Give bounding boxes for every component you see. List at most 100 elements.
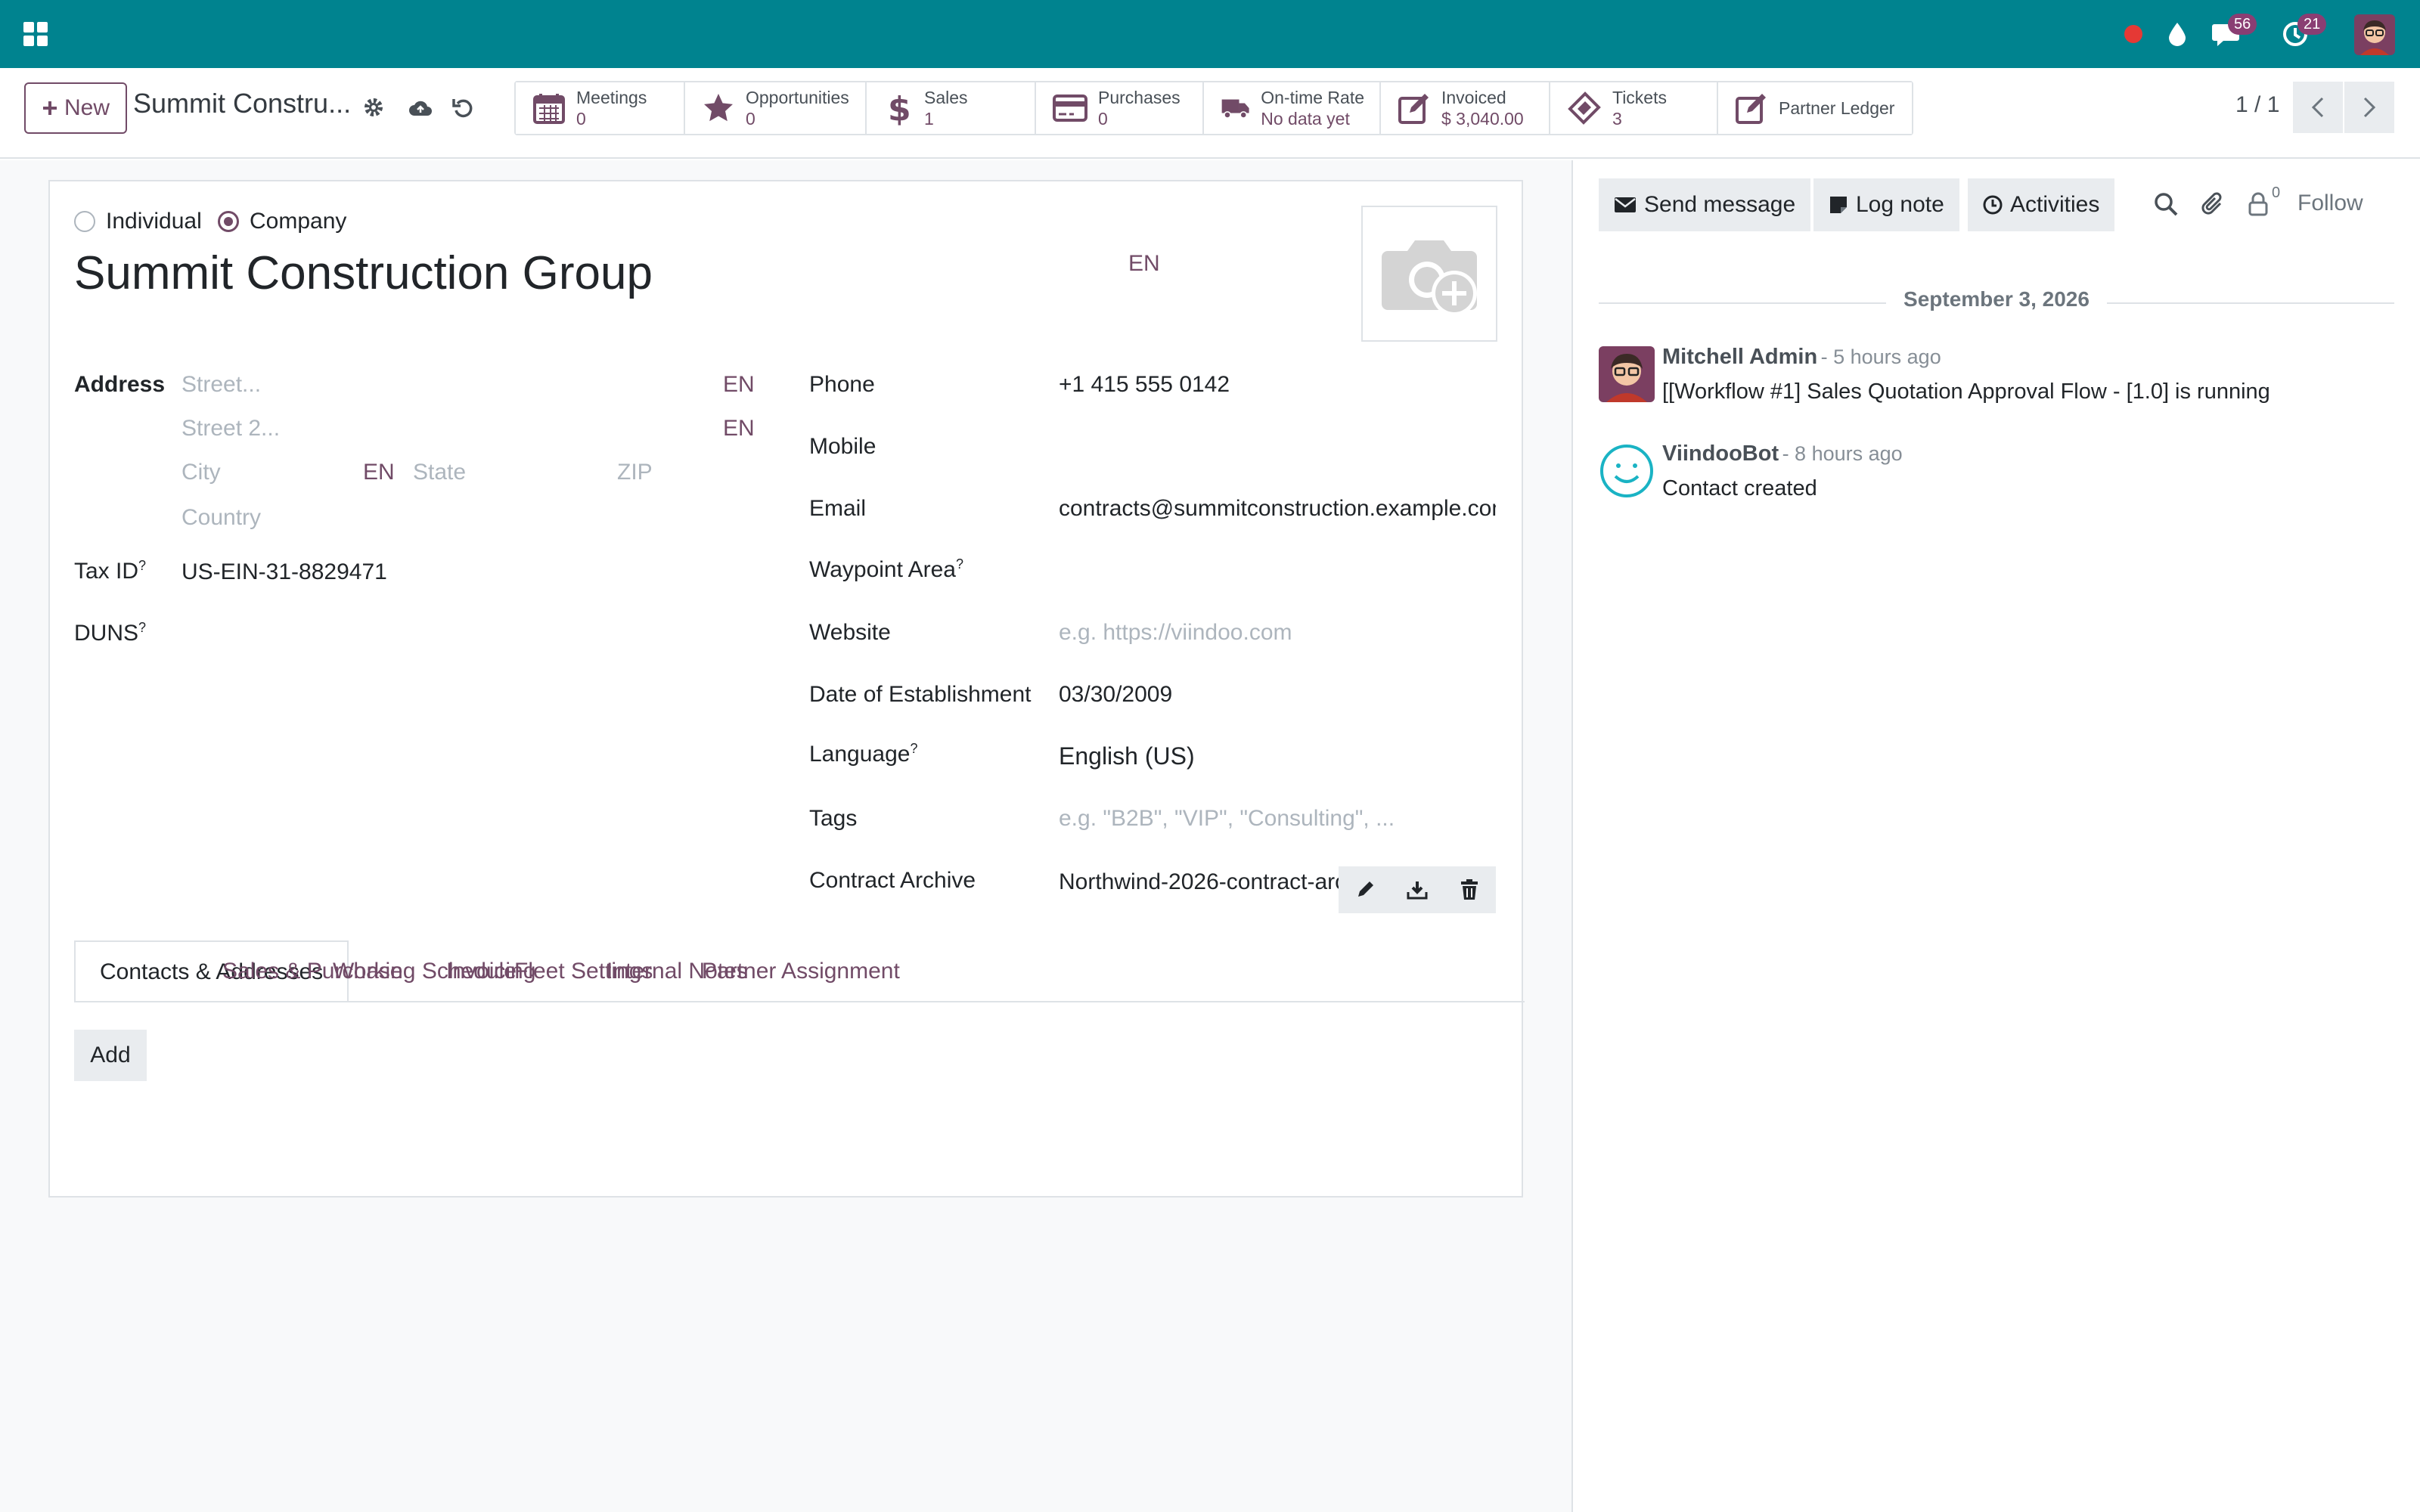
message-author[interactable]: Mitchell Admin bbox=[1662, 345, 1817, 369]
waypoint-area-field[interactable] bbox=[1059, 558, 1496, 585]
followers-lock-icon[interactable] bbox=[2242, 187, 2275, 221]
pager-previous-button[interactable] bbox=[2293, 82, 2343, 133]
invoiced-smart-button[interactable]: Invoiced $ 3,040.00 bbox=[1381, 82, 1550, 134]
message-body: [[Workflow #1] Sales Quotation Approval … bbox=[1662, 380, 2270, 404]
website-label: Website bbox=[809, 620, 891, 645]
smart-button-value: 1 bbox=[924, 109, 934, 129]
phone-field[interactable]: +1 415 555 0142 bbox=[1059, 372, 1230, 398]
email-field[interactable]: contracts@summitconstruction.example.com bbox=[1059, 496, 1496, 522]
recording-dot-icon[interactable] bbox=[2116, 17, 2151, 51]
drop-icon[interactable] bbox=[2160, 17, 2195, 51]
avatar-upload[interactable] bbox=[1361, 206, 1497, 342]
smart-button-value: 0 bbox=[576, 109, 586, 129]
messages-badge: 56 bbox=[2228, 14, 2257, 35]
new-button-label: New bbox=[64, 95, 110, 120]
partner-name-field[interactable]: Summit Construction Group bbox=[74, 246, 653, 300]
type-individual-option[interactable]: Individual bbox=[74, 209, 202, 234]
apps-menu-icon[interactable] bbox=[18, 17, 53, 51]
attachments-paperclip-icon[interactable] bbox=[2196, 187, 2229, 221]
mobile-field[interactable] bbox=[1059, 434, 1496, 461]
tickets-smart-button[interactable]: Tickets 3 bbox=[1550, 82, 1718, 134]
pencil-icon bbox=[1357, 881, 1373, 897]
phone-label: Phone bbox=[809, 372, 875, 397]
add-contact-button[interactable]: Add bbox=[74, 1030, 147, 1081]
send-message-button[interactable]: Send message bbox=[1599, 178, 1811, 231]
camera-plus-icon bbox=[1382, 240, 1477, 316]
individual-radio[interactable] bbox=[74, 211, 95, 232]
smiley-bot-icon bbox=[1600, 445, 1653, 497]
truck-icon bbox=[1221, 99, 1249, 119]
date-separator: September 3, 2026 bbox=[1599, 287, 2394, 318]
company-radio[interactable] bbox=[218, 211, 239, 232]
email-label: Email bbox=[809, 496, 867, 521]
on-time-rate-smart-button[interactable]: On-time Rate No data yet bbox=[1204, 82, 1381, 134]
message-author[interactable]: ViindooBot bbox=[1662, 442, 1779, 466]
pager-value[interactable]: 1 / 1 bbox=[2235, 92, 2279, 118]
date-separator-label: September 3, 2026 bbox=[1903, 287, 2090, 311]
search-messages-icon[interactable] bbox=[2149, 187, 2183, 221]
smart-button-value: $ 3,040.00 bbox=[1441, 109, 1524, 129]
website-input[interactable]: e.g. https://viindoo.com bbox=[1059, 620, 1292, 646]
company-label: Company bbox=[250, 209, 347, 234]
log-note-button[interactable]: Log note bbox=[1813, 178, 1959, 231]
activities-button[interactable]: Activities bbox=[1968, 178, 2115, 231]
download-file-button[interactable] bbox=[1401, 873, 1434, 906]
star-icon bbox=[704, 94, 733, 122]
breadcrumb-record-name: Summit Constru... bbox=[133, 88, 352, 119]
street-language-button[interactable]: EN bbox=[723, 372, 755, 398]
clock-icon bbox=[1983, 195, 2003, 215]
smart-buttons: Meetings 0 Opportunities 0 $ Sales 1 Purcha… bbox=[514, 81, 1913, 135]
partner-ledger-smart-button[interactable]: Partner Ledger bbox=[1718, 82, 1912, 134]
envelope-icon bbox=[1615, 197, 1636, 212]
activities-label: Activities bbox=[2010, 192, 2100, 217]
smart-button-label: Tickets bbox=[1612, 88, 1667, 107]
street2-input[interactable]: Street 2... bbox=[182, 416, 280, 442]
message-time: - 5 hours ago bbox=[1820, 345, 1941, 368]
purchases-smart-button[interactable]: Purchases 0 bbox=[1036, 82, 1204, 134]
language-select[interactable]: English (US) bbox=[1059, 742, 1195, 770]
street-input[interactable]: Street... bbox=[182, 372, 261, 398]
save-cloud-icon[interactable] bbox=[404, 91, 437, 124]
form-area: Individual Company Summit Construction G… bbox=[0, 160, 1571, 1512]
tab-partner-assignment[interactable]: Partner Assignment bbox=[702, 940, 900, 1001]
top-navbar: 56 21 bbox=[0, 0, 2420, 68]
new-button[interactable]: New bbox=[24, 82, 127, 134]
avatar[interactable] bbox=[1599, 443, 1655, 499]
type-company-option[interactable]: Company bbox=[218, 209, 346, 234]
name-language-button[interactable]: EN bbox=[1128, 251, 1160, 277]
avatar[interactable] bbox=[1599, 346, 1655, 402]
sales-smart-button[interactable]: $ Sales 1 bbox=[867, 82, 1036, 134]
zip-input[interactable]: ZIP bbox=[617, 460, 653, 485]
city-input[interactable]: City bbox=[182, 460, 221, 485]
street2-language-button[interactable]: EN bbox=[723, 416, 755, 442]
user-avatar[interactable] bbox=[2353, 14, 2396, 56]
activities-badge: 21 bbox=[2297, 14, 2327, 35]
chatter-panel: Send message Log note Activities 0 Follo… bbox=[1571, 160, 2420, 1512]
edit-icon bbox=[1398, 94, 1429, 124]
city-language-button[interactable]: EN bbox=[363, 460, 395, 485]
country-select[interactable]: Country bbox=[182, 505, 261, 531]
messages-icon[interactable]: 56 bbox=[2208, 14, 2257, 51]
opportunities-smart-button[interactable]: Opportunities 0 bbox=[685, 82, 867, 134]
mobile-label: Mobile bbox=[809, 434, 876, 459]
svg-text:$: $ bbox=[888, 90, 911, 126]
tags-input[interactable]: e.g. "B2B", "VIP", "Consulting", ... bbox=[1059, 806, 1395, 832]
discard-undo-icon[interactable] bbox=[446, 91, 479, 124]
pager-next-button[interactable] bbox=[2344, 82, 2394, 133]
state-select[interactable]: State bbox=[413, 460, 466, 485]
log-note-label: Log note bbox=[1856, 192, 1944, 217]
date-of-establishment-field[interactable]: 03/30/2009 bbox=[1059, 682, 1172, 708]
message-header: ViindooBot - 8 hours ago bbox=[1662, 442, 1903, 466]
delete-file-button[interactable] bbox=[1453, 873, 1486, 906]
meetings-smart-button[interactable]: Meetings 0 bbox=[516, 82, 685, 134]
tax-id-field[interactable]: US-EIN-31-8829471 bbox=[182, 559, 387, 585]
activities-clock-icon[interactable]: 21 bbox=[2278, 14, 2327, 51]
contract-archive-filename[interactable]: Northwind-2026-contract-archive.pdf bbox=[1059, 869, 1339, 895]
tax-id-label: Tax ID? bbox=[74, 558, 147, 584]
follow-button[interactable]: Follow bbox=[2297, 191, 2363, 216]
smart-button-value: 3 bbox=[1612, 109, 1622, 129]
trash-icon bbox=[1461, 879, 1478, 900]
smart-button-label: On-time Rate bbox=[1261, 88, 1364, 107]
gear-icon[interactable] bbox=[357, 91, 390, 124]
edit-file-button[interactable] bbox=[1348, 873, 1382, 906]
